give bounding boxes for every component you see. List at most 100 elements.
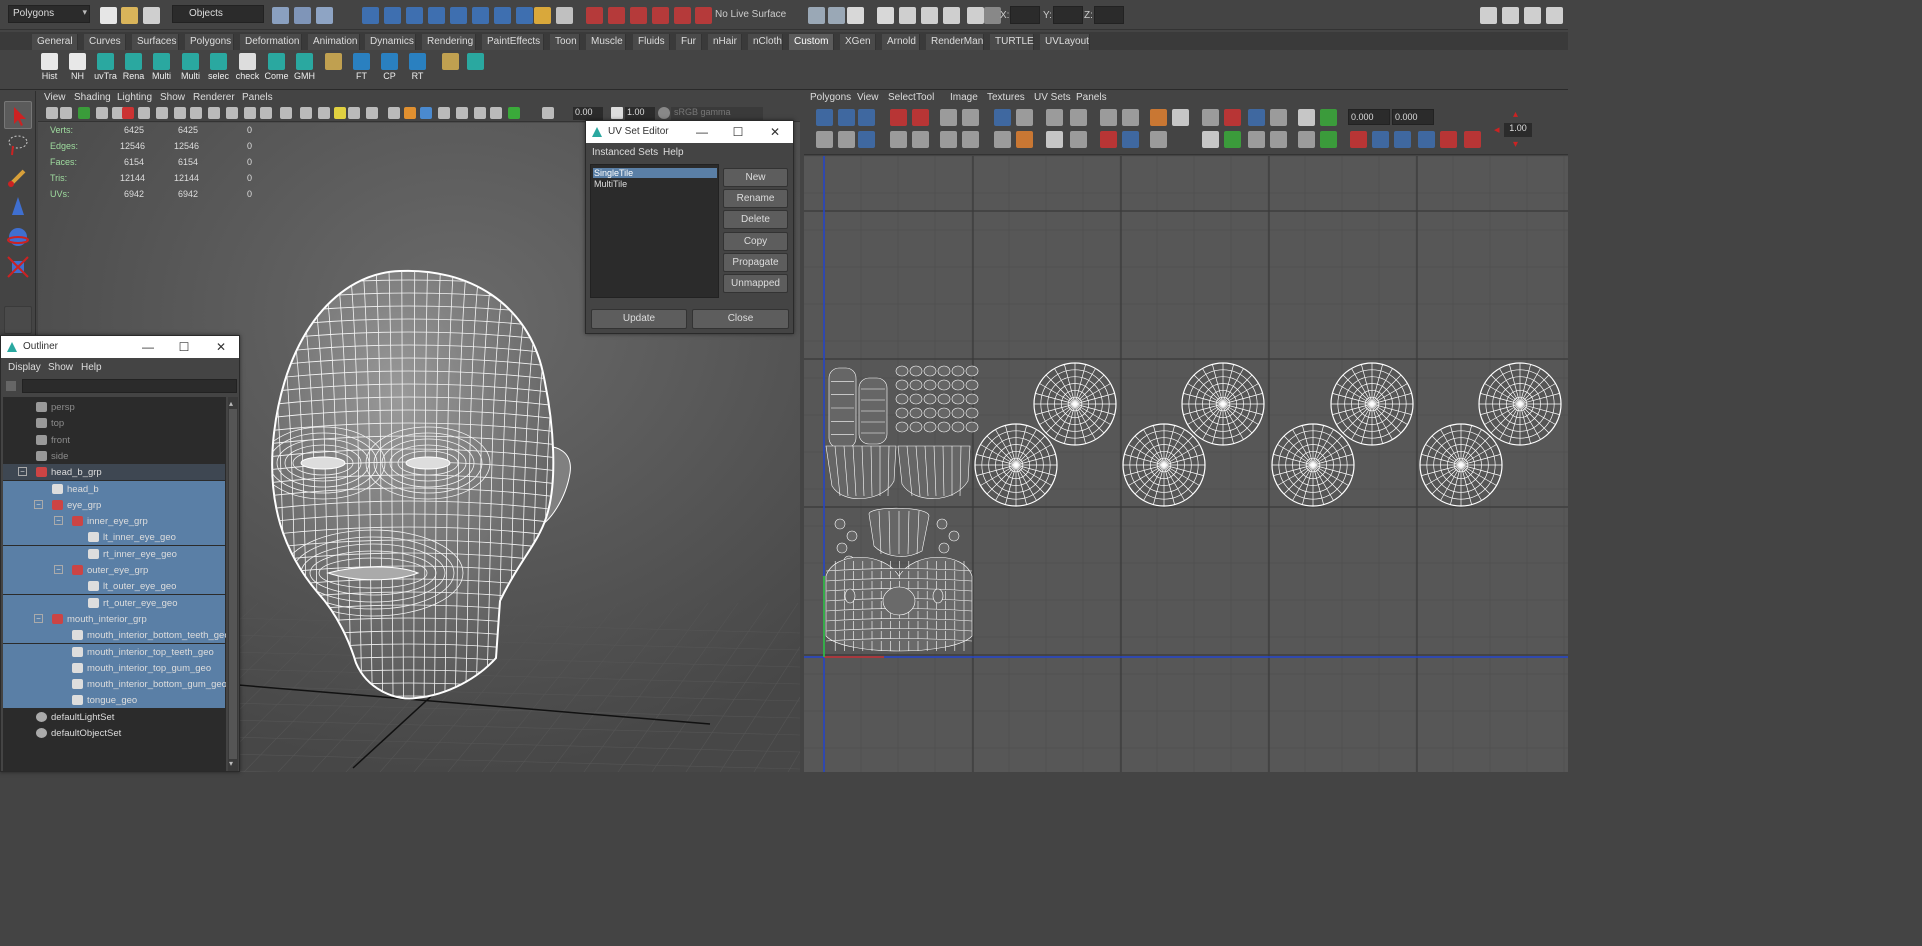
- viewport-toolbar-icon[interactable]: [388, 107, 400, 119]
- pick-misc-icon[interactable]: [516, 7, 533, 24]
- shelf-button[interactable]: selec: [205, 52, 232, 88]
- uv-toolbar-icon[interactable]: [1320, 109, 1337, 126]
- uv-editor-menu-item[interactable]: View: [857, 92, 879, 103]
- pick-joints-icon[interactable]: [384, 7, 401, 24]
- uv-toolbar-icon[interactable]: [838, 131, 855, 148]
- outliner-titlebar[interactable]: Outliner — ☐ ✕: [1, 336, 239, 358]
- menu-set-dropdown[interactable]: Polygons ▾: [8, 5, 90, 23]
- shelf-button[interactable]: CP: [376, 52, 403, 88]
- uv-toolbar-icon[interactable]: [1100, 109, 1117, 126]
- uv-toolbar-icon[interactable]: [940, 109, 957, 126]
- uv-toolbar-icon[interactable]: [890, 131, 907, 148]
- viewport-toolbar-icon[interactable]: [334, 107, 346, 119]
- uv-editor-menu-item[interactable]: Tool: [916, 92, 934, 103]
- uv-set-item[interactable]: SingleTile: [593, 168, 717, 178]
- uv-toolbar-icon[interactable]: [1202, 109, 1219, 126]
- uv-set-new-button[interactable]: New: [723, 168, 788, 187]
- shelf-tab[interactable]: Animation: [308, 34, 360, 50]
- outliner-menu-show[interactable]: Show: [48, 362, 73, 373]
- outliner-item[interactable]: rt_inner_eye_geo: [3, 545, 225, 562]
- viewport-toolbar-icon[interactable]: [404, 107, 416, 119]
- hypershade-icon[interactable]: [943, 7, 960, 24]
- outliner-item[interactable]: − outer_eye_grp: [3, 562, 225, 578]
- uv-toolbar-icon[interactable]: [1016, 109, 1033, 126]
- maximize-icon[interactable]: ☐: [730, 124, 746, 140]
- viewport-toolbar-icon[interactable]: [260, 107, 272, 119]
- outliner-item[interactable]: defaultObjectSet: [3, 725, 225, 741]
- shelf-tab[interactable]: Arnold: [882, 34, 920, 50]
- uv-set-propagate-button[interactable]: Propagate: [723, 252, 788, 272]
- rotate-tool-icon[interactable]: [4, 223, 32, 251]
- viewport-toolbar-icon[interactable]: [542, 107, 554, 119]
- uv-set-item[interactable]: MultiTile: [593, 179, 717, 189]
- viewport-toolbar-icon[interactable]: [438, 107, 450, 119]
- update-button[interactable]: Update: [591, 309, 687, 329]
- uv-toolbar-icon[interactable]: [1172, 109, 1189, 126]
- modeling-toolkit-icon[interactable]: [1480, 7, 1497, 24]
- shelf-tab[interactable]: TURTLE: [990, 34, 1034, 50]
- shelf-tab[interactable]: PaintEffects: [482, 34, 544, 50]
- uv-toolbar-icon[interactable]: [858, 109, 875, 126]
- new-scene-icon[interactable]: [100, 7, 117, 24]
- outliner-item[interactable]: mouth_interior_top_teeth_geo: [3, 643, 225, 660]
- make-live-icon[interactable]: [674, 7, 691, 24]
- uv-toolbar-icon[interactable]: [994, 131, 1011, 148]
- uv-toolbar-icon[interactable]: [1122, 109, 1139, 126]
- save-scene-icon[interactable]: [143, 7, 160, 24]
- pick-surfaces-icon[interactable]: [428, 7, 445, 24]
- uv-toolbar-icon[interactable]: [838, 109, 855, 126]
- close-icon[interactable]: ✕: [213, 339, 229, 355]
- uv-toolbar-icon[interactable]: [1122, 131, 1139, 148]
- uv-canvas[interactable]: [804, 155, 1568, 772]
- color-management-icon[interactable]: [658, 107, 670, 119]
- viewport-toolbar-icon[interactable]: [300, 107, 312, 119]
- shelf-tab[interactable]: Deformation: [240, 34, 302, 50]
- uv-toolbar-icon[interactable]: [912, 109, 929, 126]
- uv-set-rename-button[interactable]: Rename: [723, 189, 788, 209]
- viewport-toolbar-icon[interactable]: [174, 107, 186, 119]
- outliner-item[interactable]: − head_b_grp: [3, 464, 225, 481]
- shelf-button[interactable]: [320, 52, 347, 88]
- viewport-toolbar-icon[interactable]: [138, 107, 150, 119]
- shelf-button[interactable]: Rena: [120, 52, 147, 88]
- uv-toolbar-icon[interactable]: [1248, 109, 1265, 126]
- uv-editor-menu-item[interactable]: Textures: [987, 92, 1025, 103]
- uv-toolbar-icon[interactable]: [1270, 131, 1287, 148]
- shelf-button[interactable]: GMH: [291, 52, 318, 88]
- outliner-item[interactable]: rt_outer_eye_geo: [3, 594, 225, 611]
- uv-set-list[interactable]: SingleTile MultiTile: [590, 164, 719, 298]
- color-space-dropdown[interactable]: sRGB gamma: [671, 107, 763, 120]
- outliner-item[interactable]: defaultLightSet: [3, 709, 225, 725]
- viewport-toolbar-icon[interactable]: [508, 107, 520, 119]
- uv-toolbar-icon[interactable]: [1224, 131, 1241, 148]
- pick-curves-icon[interactable]: [406, 7, 423, 24]
- uv-toolbar-icon[interactable]: [1372, 131, 1389, 148]
- input-line-icon[interactable]: [967, 7, 984, 24]
- shelf-tab[interactable]: General: [32, 34, 78, 50]
- uv-toolbar-icon[interactable]: [1150, 109, 1167, 126]
- io-icon[interactable]: [808, 7, 825, 24]
- outliner-scrollbar[interactable]: ▴ ▾: [228, 397, 238, 771]
- uv-toolbar-icon[interactable]: [1298, 109, 1315, 126]
- uv-set-copy-button[interactable]: Copy: [723, 231, 788, 251]
- shelf-tab[interactable]: nCloth: [748, 34, 783, 50]
- shelf-tab[interactable]: UVLayout: [1040, 34, 1090, 50]
- arrow-left-icon[interactable]: ◂: [1494, 123, 1500, 136]
- snap-curve-icon[interactable]: [608, 7, 625, 24]
- shelf-button[interactable]: RT: [404, 52, 431, 88]
- select-tool-icon[interactable]: [4, 101, 32, 129]
- shelf-tab[interactable]: Curves: [84, 34, 126, 50]
- viewport-toolbar-icon[interactable]: [420, 107, 432, 119]
- shelf-button[interactable]: Come: [263, 52, 290, 88]
- maximize-icon[interactable]: ☐: [176, 339, 192, 355]
- shelf-button[interactable]: [437, 52, 464, 88]
- ipr-render-icon[interactable]: [921, 7, 938, 24]
- outliner-item[interactable]: top: [3, 415, 225, 431]
- shelf-tab[interactable]: Fluids: [633, 34, 670, 50]
- shelf-tab[interactable]: Muscle: [586, 34, 626, 50]
- viewport-toolbar-icon[interactable]: [96, 107, 108, 119]
- render-view-icon[interactable]: [877, 7, 894, 24]
- outliner-menu-help[interactable]: Help: [81, 362, 102, 373]
- uv-toolbar-icon[interactable]: [962, 131, 979, 148]
- viewport-toolbar-icon[interactable]: [490, 107, 502, 119]
